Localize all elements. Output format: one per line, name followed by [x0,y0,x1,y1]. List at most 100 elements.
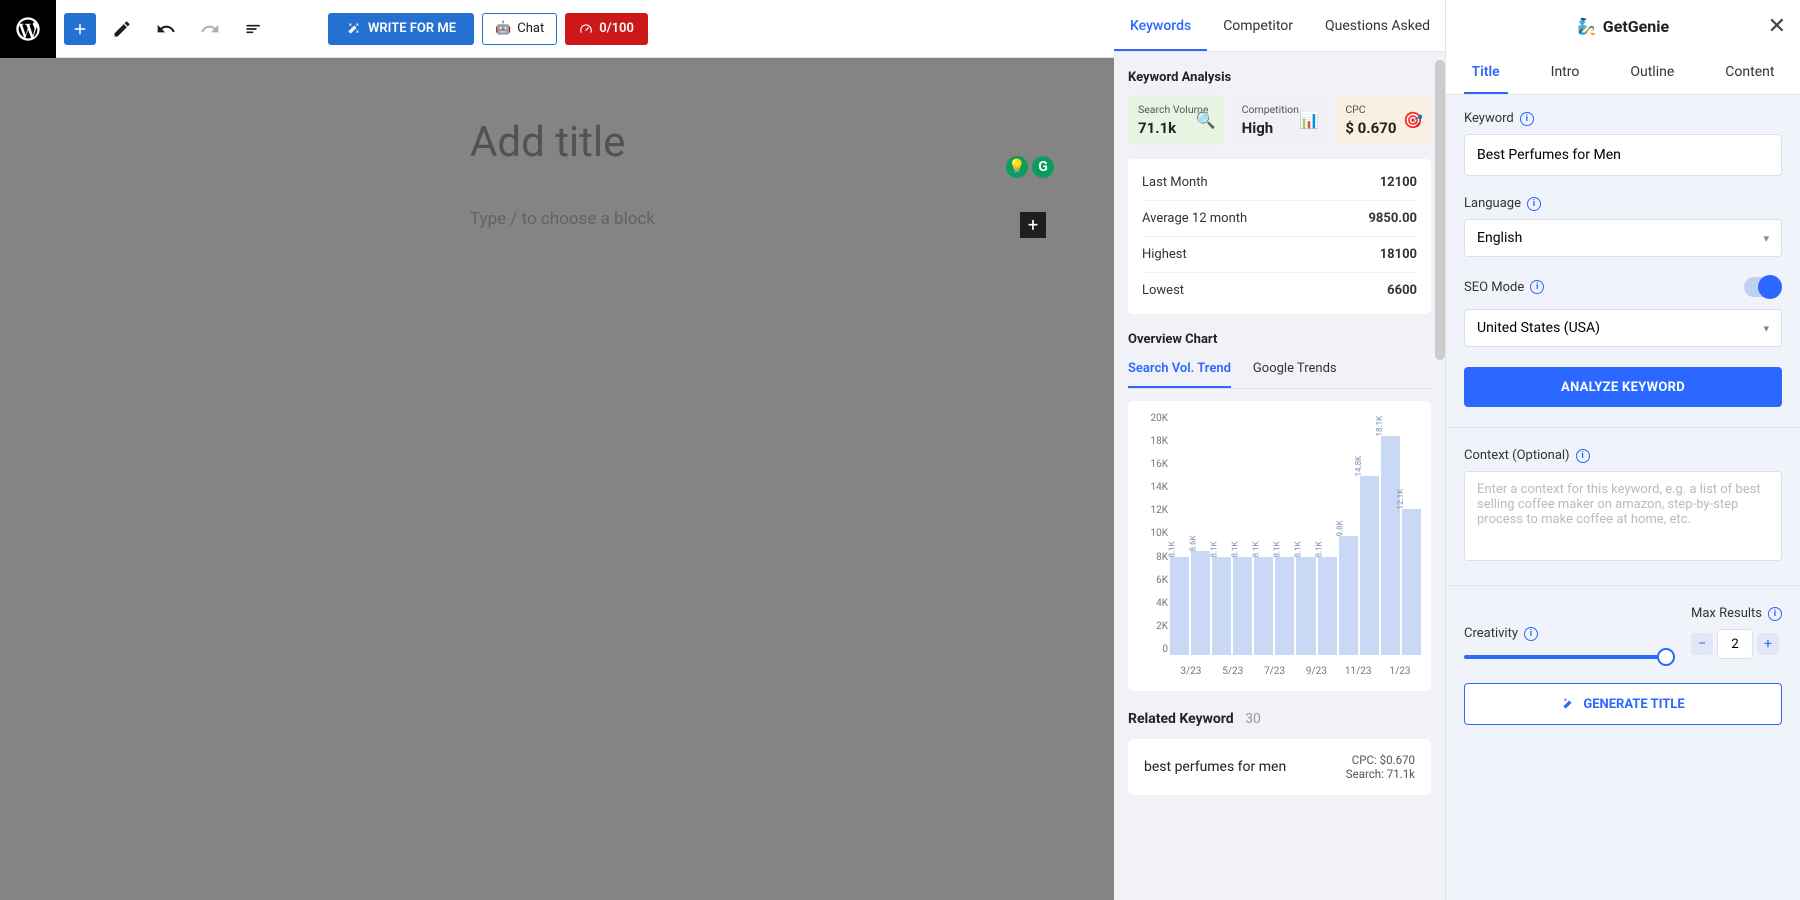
keyword-label: Keyword i [1464,111,1782,126]
idea-icon[interactable]: 💡 [1006,156,1028,178]
related-keyword-heading: Related Keyword 30 [1128,711,1431,727]
stepper-plus-button[interactable]: + [1757,633,1779,655]
chat-button[interactable]: 🤖 Chat [482,13,557,45]
tab-competitor[interactable]: Competitor [1207,18,1309,51]
tab-search-vol-trend[interactable]: Search Vol. Trend [1128,361,1231,388]
stat-row: Lowest6600 [1142,272,1417,308]
outline-button[interactable] [236,11,272,47]
redo-icon [200,19,220,39]
magic-icon [346,22,360,36]
tab-content[interactable]: Content [1717,52,1782,94]
grammarly-icon[interactable]: G [1032,156,1054,178]
bars-icon: 📊 [1299,111,1319,130]
tab-outline[interactable]: Outline [1622,52,1682,94]
close-icon[interactable]: ✕ [1768,14,1786,39]
stat-label: Lowest [1142,283,1184,298]
stats-box: Last Month12100 Average 12 month9850.00 … [1128,159,1431,314]
metric-search-volume: Search Volume 71.1k 🔍 [1128,95,1224,145]
search-volume-chart: 20K18K16K14K12K10K8K6K4K2K0 8.1K8.6K8.1K… [1128,401,1431,691]
editor-overlay: Add title Type / to choose a block 💡 G + [0,58,1114,900]
wordpress-logo[interactable] [0,0,56,58]
write-for-me-label: WRITE FOR ME [368,21,456,36]
max-results-label: Max Results i [1691,606,1782,621]
stat-value: 18100 [1380,247,1417,262]
chart-bars: 8.1K8.6K8.1K8.1K8.1K8.1K8.1K8.1K9.8K14.8… [1170,413,1421,655]
max-results-stepper: − + [1691,629,1782,659]
post-title-input[interactable]: Add title [470,118,994,167]
editor-toolbar: WRITE FOR ME 🤖 Chat 0/100 [0,0,1114,58]
getgenie-panel: 🧞 GetGenie ✕ Title Intro Outline Content… [1446,0,1800,900]
stat-label: Highest [1142,247,1187,262]
creativity-slider[interactable] [1464,655,1667,659]
info-icon[interactable]: i [1520,112,1534,126]
language-label: Language i [1464,196,1782,211]
creativity-label: Creativity i [1464,626,1667,641]
genie-icon: 🧞 [1577,17,1597,36]
add-block-button[interactable] [64,13,96,45]
chat-bot-icon: 🤖 [495,21,511,36]
context-textarea[interactable] [1464,471,1782,561]
undo-icon [156,19,176,39]
stat-value: 12100 [1380,175,1417,190]
chart-y-axis: 20K18K16K14K12K10K8K6K4K2K0 [1134,413,1168,655]
keyword-analysis-heading: Keyword Analysis [1128,70,1431,85]
add-block-inline-button[interactable]: + [1020,212,1046,238]
generate-title-button[interactable]: GENERATE TITLE [1464,683,1782,725]
tab-intro[interactable]: Intro [1543,52,1588,94]
stat-value: 9850.00 [1368,211,1417,226]
keyword-panel: Keywords Competitor Questions Asked Keyw… [1114,0,1446,900]
wordpress-icon [14,15,42,43]
slider-thumb[interactable] [1657,648,1675,666]
stat-label: Average 12 month [1142,211,1247,226]
info-icon[interactable]: i [1530,280,1544,294]
seo-score-button[interactable]: 0/100 [565,13,648,45]
info-icon[interactable]: i [1768,607,1782,621]
undo-button[interactable] [148,11,184,47]
info-icon[interactable]: i [1527,197,1541,211]
related-cpc: CPC: $0.670 [1346,753,1415,767]
getgenie-header: 🧞 GetGenie ✕ [1446,0,1800,52]
seo-score-label: 0/100 [599,21,634,36]
chat-label: Chat [517,21,544,36]
related-keyword-text: best perfumes for men [1144,759,1286,775]
country-select[interactable]: United States (USA) ▾ [1464,309,1782,347]
related-count: 30 [1245,711,1261,727]
keyword-input[interactable] [1464,134,1782,176]
pencil-icon [112,19,132,39]
write-for-me-button[interactable]: WRITE FOR ME [328,13,474,45]
post-body-input[interactable]: Type / to choose a block [470,209,994,229]
tab-title[interactable]: Title [1464,52,1508,94]
seo-mode-label: SEO Mode i [1464,280,1544,295]
chevron-down-icon: ▾ [1763,322,1769,335]
getgenie-logo: 🧞 GetGenie [1577,17,1669,36]
language-select[interactable]: English ▾ [1464,219,1782,257]
related-search: Search: 71.1k [1346,767,1415,781]
scrollbar[interactable] [1435,60,1445,360]
chart-x-axis: 3/235/237/239/2311/231/23 [1170,666,1421,677]
stat-row: Last Month12100 [1142,165,1417,200]
info-icon[interactable]: i [1576,449,1590,463]
analyze-keyword-button[interactable]: ANALYZE KEYWORD [1464,367,1782,407]
getgenie-tabs: Title Intro Outline Content [1446,52,1800,95]
overview-chart-heading: Overview Chart [1128,332,1431,347]
max-results-input[interactable] [1717,629,1753,659]
metric-competition: Competition High 📊 [1232,95,1328,145]
tab-questions[interactable]: Questions Asked [1309,18,1446,51]
tab-google-trends[interactable]: Google Trends [1253,361,1337,388]
stepper-minus-button[interactable]: − [1691,633,1713,655]
magic-icon [1561,697,1575,711]
stat-row: Highest 18100 [1142,236,1417,272]
gauge-icon [579,22,593,36]
tab-keywords[interactable]: Keywords [1114,18,1207,51]
related-keyword-item[interactable]: best perfumes for men CPC: $0.670 Search… [1128,739,1431,795]
chevron-down-icon: ▾ [1763,232,1769,245]
search-icon: 🔍 [1196,111,1216,130]
target-icon: 🎯 [1403,111,1423,130]
metric-cpc: CPC $ 0.670 🎯 [1335,95,1431,145]
keyword-panel-tabs: Keywords Competitor Questions Asked [1114,0,1445,52]
info-icon[interactable]: i [1524,627,1538,641]
redo-button[interactable] [192,11,228,47]
seo-mode-toggle[interactable] [1744,277,1782,297]
list-icon [244,19,264,39]
edit-button[interactable] [104,11,140,47]
